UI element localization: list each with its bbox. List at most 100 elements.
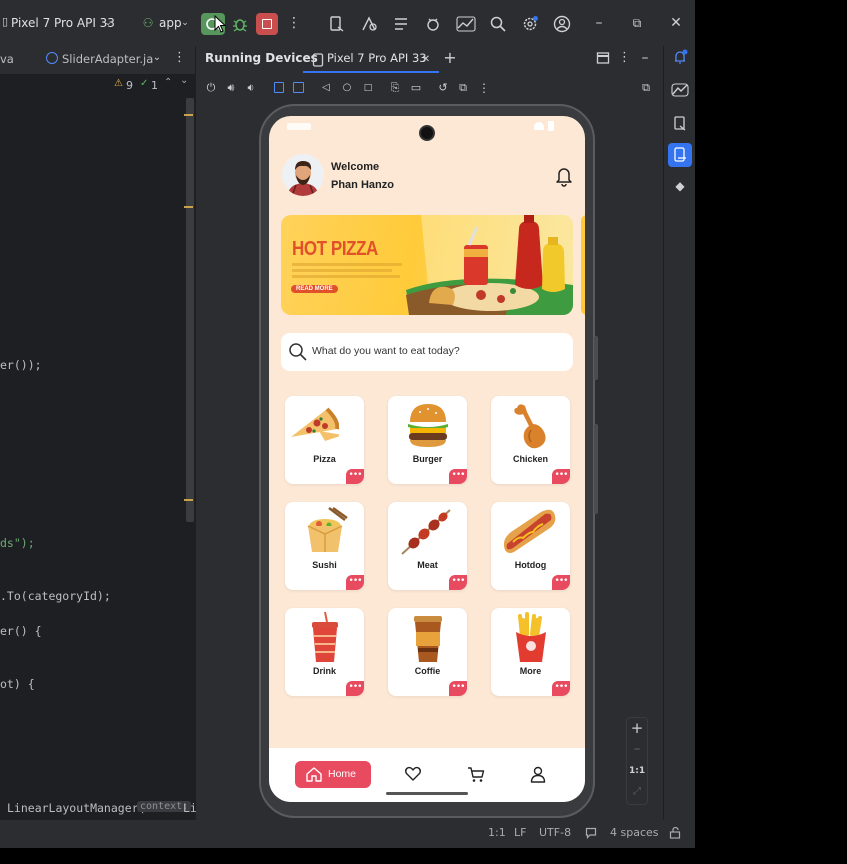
code-editor[interactable]: ⚠ 9 ✓ 1 ⌃ ⌄ er()); ds"); .To(categoryId)… [0, 74, 197, 820]
zoom-in-icon[interactable]: + [630, 718, 644, 738]
apply-changes-icon[interactable] [360, 15, 378, 33]
settings-gear-icon[interactable] [521, 15, 539, 33]
lock-icon[interactable] [669, 827, 681, 839]
category-card-pizza[interactable]: Pizza ••• [285, 396, 364, 484]
device-screen[interactable]: Welcome Phan Hanzo HOT PIZZA READ MORE W… [269, 116, 585, 802]
chevron-down-icon[interactable]: ⌄ [178, 13, 192, 33]
power-icon[interactable]: ⏻ [204, 78, 218, 98]
profiler-icon[interactable] [456, 15, 476, 33]
category-more-button[interactable]: ••• [449, 681, 467, 696]
heart-icon[interactable] [404, 766, 422, 782]
layout-inspector-icon[interactable]: ⧉ [639, 78, 653, 98]
profile-icon[interactable] [530, 766, 546, 783]
read-more-button[interactable]: READ MORE [291, 285, 338, 293]
line-ending[interactable]: LF [514, 826, 526, 839]
cart-icon[interactable] [467, 766, 485, 783]
category-card-sushi[interactable]: Sushi ••• [285, 502, 364, 590]
next-banner-peek[interactable] [581, 215, 585, 315]
code-line[interactable]: ot) { [0, 677, 35, 691]
debug-icon[interactable] [231, 15, 249, 33]
chevron-down-icon[interactable]: ⌄ [101, 13, 115, 33]
editor-tab-slider-adapter[interactable]: SliderAdapter.ja [62, 52, 153, 66]
bell-icon[interactable] [554, 165, 574, 187]
category-card-burger[interactable]: Burger ••• [388, 396, 467, 484]
category-more-button[interactable]: ••• [552, 575, 570, 590]
fit-screen-icon[interactable]: ⤢ [630, 782, 644, 802]
search-icon[interactable] [489, 15, 507, 33]
reset-icon[interactable]: ↺ [436, 78, 450, 98]
device-mirror-icon[interactable]: ⧉ [456, 78, 470, 98]
code-line[interactable]: er() { [0, 624, 42, 638]
more-vert-icon[interactable]: ⋮ [618, 48, 631, 68]
caret-position[interactable]: 1:1 [488, 826, 506, 839]
category-more-button[interactable]: ••• [346, 469, 364, 484]
message-icon[interactable] [585, 827, 597, 839]
device-explorer-icon[interactable] [672, 115, 688, 131]
category-card-hotdog[interactable]: Hotdog ••• [491, 502, 570, 590]
gemini-sparkle-icon[interactable]: ◆ [672, 176, 688, 196]
category-card-coffee[interactable]: Coffie ••• [388, 608, 467, 696]
file-encoding[interactable]: UTF-8 [539, 826, 571, 839]
home-icon[interactable]: ○ [341, 78, 353, 98]
volume-down-icon[interactable]: 🔉︎ [244, 78, 258, 98]
device-selector[interactable]: Pixel 7 Pro API 33 [11, 16, 115, 30]
more-vert-icon[interactable]: ⋮ [478, 78, 490, 98]
volume-key[interactable] [594, 336, 598, 380]
sdk-manager-icon[interactable] [424, 15, 442, 33]
notifications-icon[interactable] [672, 49, 688, 65]
chevron-down-icon[interactable]: ⌄ [180, 75, 188, 86]
more-vert-icon[interactable]: ⋮ [173, 48, 186, 68]
category-card-drink[interactable]: Drink ••• [285, 608, 364, 696]
category-more-button[interactable]: ••• [449, 575, 467, 590]
nav-home[interactable]: Home [295, 761, 371, 788]
code-line[interactable]: Li [183, 801, 197, 815]
window-layout-icon[interactable] [596, 51, 610, 65]
category-card-meat[interactable]: Meat ••• [388, 502, 467, 590]
screenshot-icon[interactable]: ⎘ [388, 78, 402, 98]
gesture-bar[interactable] [386, 792, 468, 795]
zoom-out-icon[interactable]: – [630, 739, 644, 759]
category-more-button[interactable]: ••• [552, 469, 570, 484]
inspection-widget[interactable]: ⚠ 9 ✓ 1 ⌃ ⌄ [110, 75, 196, 95]
code-line[interactable]: er()); [0, 358, 42, 372]
minimize-icon[interactable]: – [592, 13, 606, 33]
close-window-icon[interactable]: ✕ [669, 13, 683, 33]
volume-up-icon[interactable]: 🔊︎ [224, 78, 238, 98]
search-bar[interactable]: What do you want to eat today? [281, 333, 573, 371]
rotate-left-icon[interactable] [274, 82, 284, 93]
screen-record-icon[interactable]: ▭ [409, 78, 423, 98]
zoom-ratio[interactable]: 1:1 [629, 766, 645, 776]
category-card-chicken[interactable]: Chicken ••• [491, 396, 570, 484]
category-more-button[interactable]: ••• [449, 469, 467, 484]
avatar[interactable] [282, 154, 324, 196]
sync-gradle-icon[interactable] [328, 15, 346, 33]
code-line[interactable]: LinearLayoutManager( [7, 801, 145, 815]
minimize-panel-icon[interactable]: – [638, 48, 652, 68]
power-key[interactable] [594, 424, 598, 514]
more-vert-icon[interactable]: ⋮ [287, 13, 301, 33]
category-card-more[interactable]: More ••• [491, 608, 570, 696]
indent-setting[interactable]: 4 spaces [610, 826, 659, 839]
promo-banner[interactable]: HOT PIZZA READ MORE [281, 215, 573, 315]
category-more-button[interactable]: ••• [346, 575, 364, 590]
restore-window-icon[interactable]: ⧉ [630, 13, 644, 33]
close-tab-icon[interactable]: ✕ [421, 50, 431, 70]
chevron-up-icon[interactable]: ⌃ [164, 77, 172, 88]
chevron-down-icon[interactable]: ⌄ [151, 48, 163, 68]
search-input[interactable]: What do you want to eat today? [312, 345, 460, 357]
stop-button[interactable] [256, 13, 278, 35]
back-icon[interactable]: ◁ [320, 78, 332, 98]
category-more-button[interactable]: ••• [346, 681, 364, 696]
rotate-right-icon[interactable] [293, 82, 304, 93]
category-more-button[interactable]: ••• [552, 681, 570, 696]
editor-scrollbar[interactable] [186, 98, 194, 522]
running-devices-toggle[interactable] [668, 143, 692, 167]
gemini-assistant-icon[interactable] [671, 82, 689, 98]
add-tab-icon[interactable]: + [442, 48, 458, 68]
code-line[interactable]: ds"); [0, 536, 35, 550]
editor-tab-partial[interactable]: va [0, 52, 14, 66]
overview-icon[interactable]: □ [362, 78, 374, 98]
tab-device[interactable]: Pixel 7 Pro API 33 ✕ [303, 46, 439, 74]
device-manager-icon[interactable] [392, 15, 410, 33]
account-icon[interactable] [553, 15, 571, 33]
